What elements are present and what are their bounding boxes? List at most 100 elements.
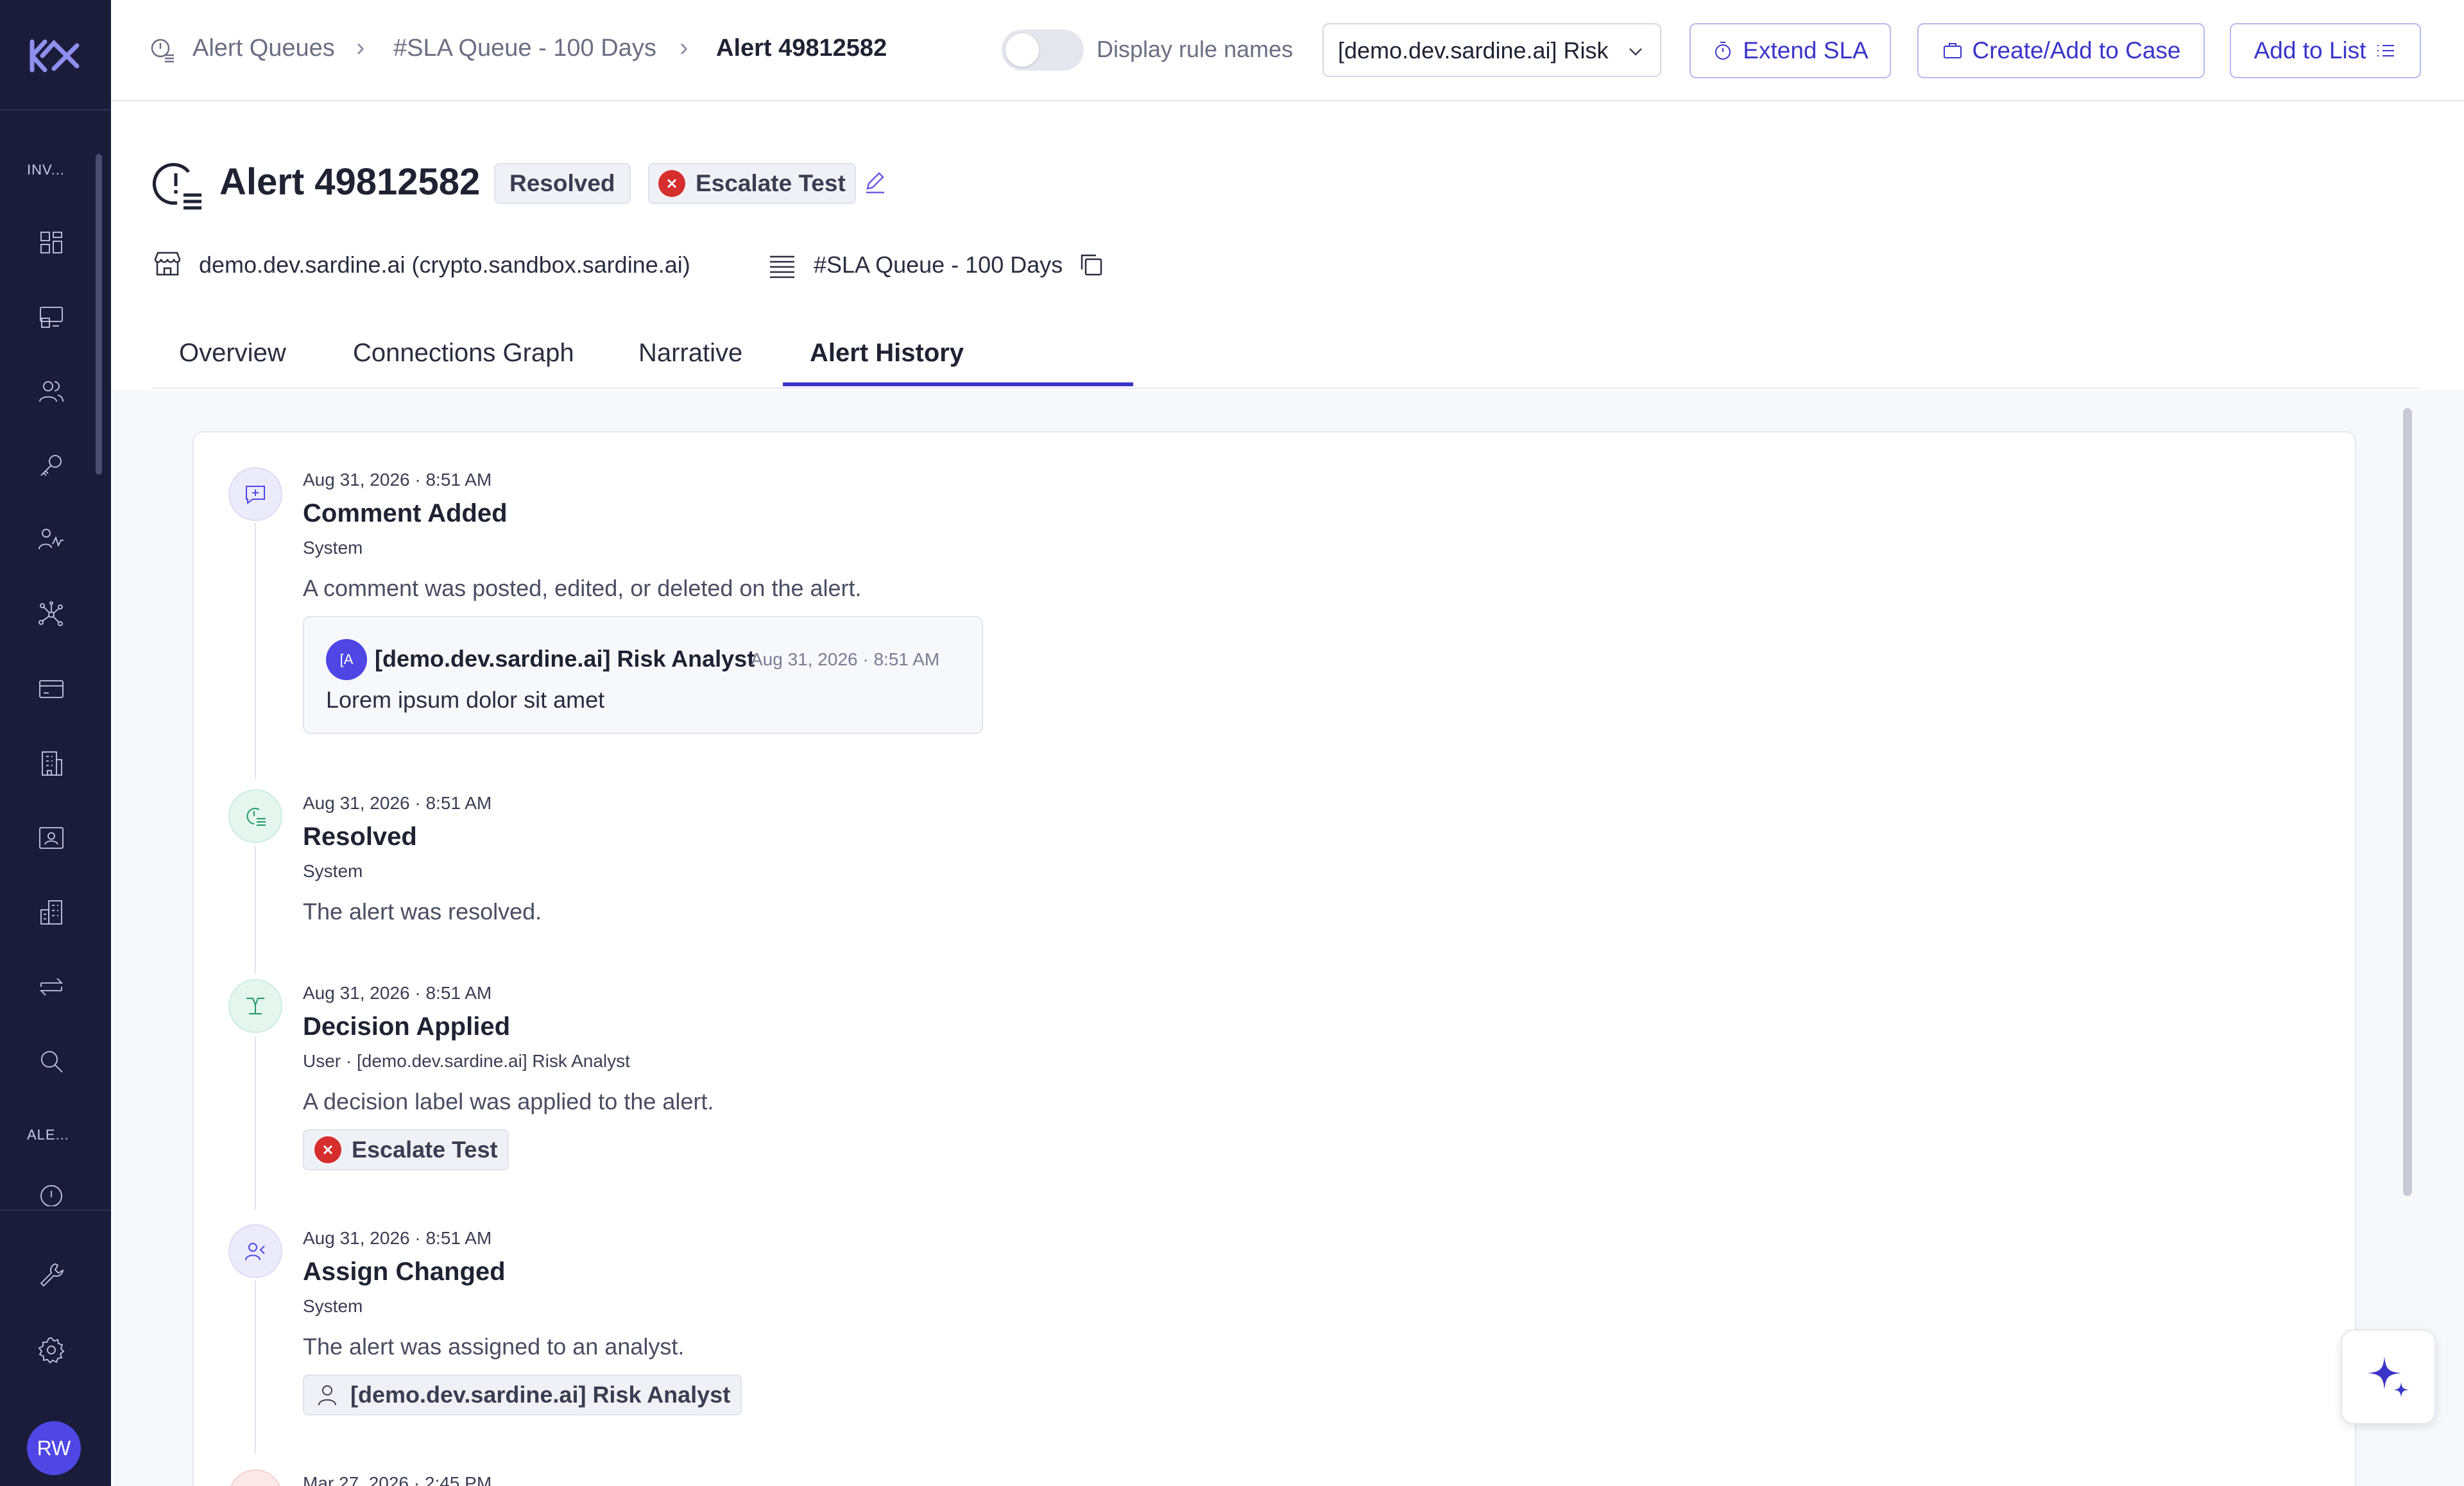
- comment-time: Aug 31, 2026 · 8:51 AM: [751, 649, 940, 669]
- close-circle-icon: [314, 1136, 341, 1163]
- comment-avatar: [A: [326, 639, 367, 680]
- key-icon[interactable]: [35, 449, 68, 483]
- sidebar-section-alerts: ALE...: [27, 1127, 69, 1143]
- page-title: Alert 49812582: [219, 161, 481, 203]
- tab-bar: Overview Connections Graph Narrative Ale…: [151, 321, 2419, 389]
- sidebar: INV... ALE... RW: [0, 0, 111, 1486]
- comment-author: [demo.dev.sardine.ai] Risk Analyst: [375, 645, 755, 672]
- user-avatar[interactable]: RW: [27, 1421, 81, 1475]
- timeline-connector: [255, 1037, 256, 1210]
- building-icon[interactable]: [35, 747, 68, 780]
- alert-icon: [152, 163, 201, 210]
- create-case-label: Create/Add to Case: [1972, 37, 2181, 64]
- tab-narrative[interactable]: Narrative: [638, 339, 742, 387]
- copy-icon[interactable]: [1077, 250, 1105, 278]
- sparkle-icon: [2368, 1356, 2409, 1397]
- person-icon: [318, 1385, 336, 1406]
- event-description: A decision label was applied to the aler…: [303, 1088, 714, 1114]
- users-icon[interactable]: [35, 375, 68, 408]
- sidebar-divider: [0, 109, 111, 110]
- decision-chip-label: Escalate Test: [352, 1136, 498, 1163]
- event-title: Resolved: [303, 823, 417, 851]
- queue-icon: [770, 255, 794, 278]
- chevron-right-icon: ›: [680, 33, 689, 62]
- comment-event-icon: [228, 467, 282, 521]
- event-description: The alert was resolved.: [303, 898, 542, 925]
- activity-icon[interactable]: [35, 524, 68, 557]
- event-title: Assign Changed: [303, 1258, 506, 1286]
- decision-badge: Escalate Test: [648, 163, 856, 204]
- tab-alert-history[interactable]: Alert History: [810, 339, 964, 387]
- active-tab-indicator: [783, 382, 1133, 386]
- event-time: Aug 31, 2026 · 8:51 AM: [303, 470, 492, 490]
- id-card-icon[interactable]: [35, 821, 68, 855]
- edit-pencil-icon[interactable]: [862, 169, 888, 195]
- add-to-list-label: Add to List: [2254, 37, 2366, 64]
- decision-event-icon: [228, 979, 282, 1033]
- create-case-button[interactable]: Create/Add to Case: [1917, 23, 2205, 78]
- timeline-connector: [255, 1281, 256, 1454]
- event-time: Mar 27, 2026 · 2:45 PM: [303, 1473, 492, 1486]
- event-actor: System: [303, 861, 363, 881]
- assign-event-icon: [228, 1224, 282, 1278]
- briefcase-icon: [1943, 43, 1962, 58]
- add-to-list-button[interactable]: Add to List: [2230, 23, 2421, 78]
- decision-label: Escalate Test: [696, 170, 846, 196]
- display-rule-names-toggle[interactable]: [1002, 30, 1084, 71]
- event-description: A comment was posted, edited, or deleted…: [303, 575, 862, 601]
- event-title: Decision Applied: [303, 1012, 511, 1041]
- search-icon[interactable]: [35, 1045, 68, 1078]
- breadcrumb-current-alert: Alert 49812582: [716, 35, 887, 62]
- resolved-event-icon: [228, 789, 282, 843]
- event-actor: System: [303, 538, 363, 558]
- gear-icon[interactable]: [35, 1333, 68, 1367]
- assignee-chip: [demo.dev.sardine.ai] Risk Analyst: [303, 1374, 742, 1415]
- business-icon[interactable]: [35, 896, 68, 929]
- sidebar-divider: [0, 1209, 111, 1211]
- store-icon: [154, 252, 181, 276]
- timeline-connector: [255, 522, 256, 779]
- app-logo[interactable]: [28, 35, 82, 76]
- analyst-select[interactable]: [demo.dev.sardine.ai] Risk Analyst: [1322, 23, 1661, 77]
- event-actor: User · [demo.dev.sardine.ai] Risk Analys…: [303, 1051, 630, 1071]
- list-icon: [2377, 45, 2395, 56]
- event-title: Comment Added: [303, 499, 508, 527]
- timer-icon: [1715, 42, 1731, 60]
- close-circle-icon: [658, 170, 685, 197]
- tab-overview[interactable]: Overview: [179, 339, 286, 387]
- content-scrollbar[interactable]: [2403, 408, 2412, 1196]
- event-actor: System: [303, 1296, 363, 1316]
- event-time: Aug 31, 2026 · 8:51 AM: [303, 1228, 492, 1248]
- wrench-icon[interactable]: [35, 1258, 68, 1291]
- chevron-down-icon: [1629, 48, 1642, 56]
- event-description: The alert was assigned to an analyst.: [303, 1333, 685, 1360]
- chevron-right-icon: ›: [356, 33, 365, 62]
- tab-connections-graph[interactable]: Connections Graph: [353, 339, 574, 387]
- alert-queue-icon: [151, 38, 174, 63]
- extend-sla-button[interactable]: Extend SLA: [1690, 23, 1891, 78]
- alert-clock-icon[interactable]: [35, 1181, 68, 1206]
- breadcrumb-alert-queues[interactable]: Alert Queues: [193, 35, 335, 62]
- analyst-select-value: [demo.dev.sardine.ai] Risk Analyst: [1338, 37, 1614, 64]
- display-rule-names-label: Display rule names: [1097, 36, 1294, 62]
- extend-sla-label: Extend SLA: [1743, 37, 1869, 64]
- sidebar-section-investigations: INV...: [27, 162, 65, 178]
- network-icon[interactable]: [35, 598, 68, 631]
- merchant-name: demo.dev.sardine.ai (crypto.sandbox.sard…: [199, 252, 690, 278]
- status-badge: Resolved: [494, 163, 631, 204]
- breadcrumb-queue[interactable]: #SLA Queue - 100 Days: [393, 35, 656, 62]
- event-time: Aug 31, 2026 · 8:51 AM: [303, 983, 492, 1003]
- dashboard-icon[interactable]: [35, 226, 68, 259]
- assignee-chip-label: [demo.dev.sardine.ai] Risk Analyst: [350, 1381, 731, 1408]
- timeline-connector: [255, 846, 256, 974]
- queue-name: #SLA Queue - 100 Days: [814, 252, 1063, 278]
- comment-text: Lorem ipsum dolor sit amet: [326, 687, 605, 713]
- monitor-icon[interactable]: [35, 300, 68, 334]
- decision-chip: Escalate Test: [303, 1129, 509, 1170]
- card-icon[interactable]: [35, 672, 68, 706]
- event-time: Aug 31, 2026 · 8:51 AM: [303, 793, 492, 813]
- sidebar-scrollbar[interactable]: [96, 154, 102, 475]
- transfer-icon[interactable]: [35, 970, 68, 1003]
- comment-card: [A [demo.dev.sardine.ai] Risk Analyst Au…: [303, 616, 983, 734]
- ai-assistant-button[interactable]: [2341, 1329, 2436, 1424]
